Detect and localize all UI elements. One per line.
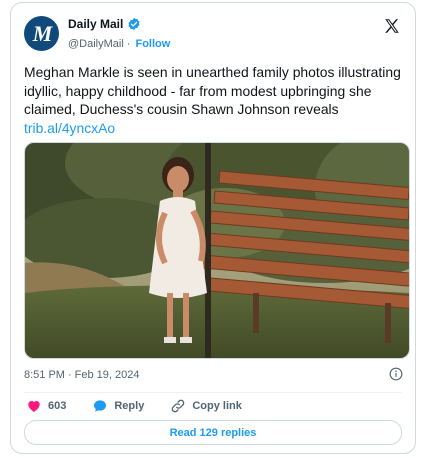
verified-badge-icon [128,17,140,31]
heart-icon [28,401,40,412]
avatar-logo: M [32,20,53,46]
read-replies-button[interactable]: Read 129 replies [24,420,402,445]
author-name-row: Daily Mail [68,17,141,31]
tweet-photo[interactable] [24,142,410,359]
avatar[interactable]: M [24,16,59,51]
author-handle-row: @DailyMail · Follow [68,38,170,50]
tweet-text: Meghan Markle is seen in unearthed famil… [24,63,409,137]
reply-bubble-icon [94,400,107,412]
reply-button[interactable]: Reply [92,398,144,414]
reply-label: Reply [114,400,145,412]
tweet-time: 8:51 PM [24,369,65,381]
copy-link-button[interactable]: Copy link [170,398,242,414]
copy-link-label: Copy link [192,400,242,412]
tweet-card[interactable]: M Daily Mail @DailyMail · Follow Meghan … [10,2,416,454]
action-bar: 603 Reply Copy link [24,398,242,414]
link-icon [172,399,185,413]
tweet-body: Meghan Markle is seen in unearthed famil… [24,64,401,118]
timestamp-separator: · [67,369,72,381]
like-button[interactable]: 603 [26,398,66,414]
follow-button[interactable]: Follow [135,38,170,50]
like-count: 603 [48,400,67,412]
tweet-date: Feb 19, 2024 [74,369,140,381]
author-display-name[interactable]: Daily Mail [68,17,123,31]
photo-image [25,143,409,358]
handle-separator: · [126,38,131,50]
tweet-link[interactable]: trib.al/4yncxAo [24,120,115,136]
divider [24,392,402,393]
author-handle[interactable]: @DailyMail [68,38,124,50]
x-logo-icon[interactable] [383,17,401,35]
info-icon[interactable] [389,367,403,381]
tweet-timestamp[interactable]: 8:51 PM · Feb 19, 2024 [24,369,139,381]
